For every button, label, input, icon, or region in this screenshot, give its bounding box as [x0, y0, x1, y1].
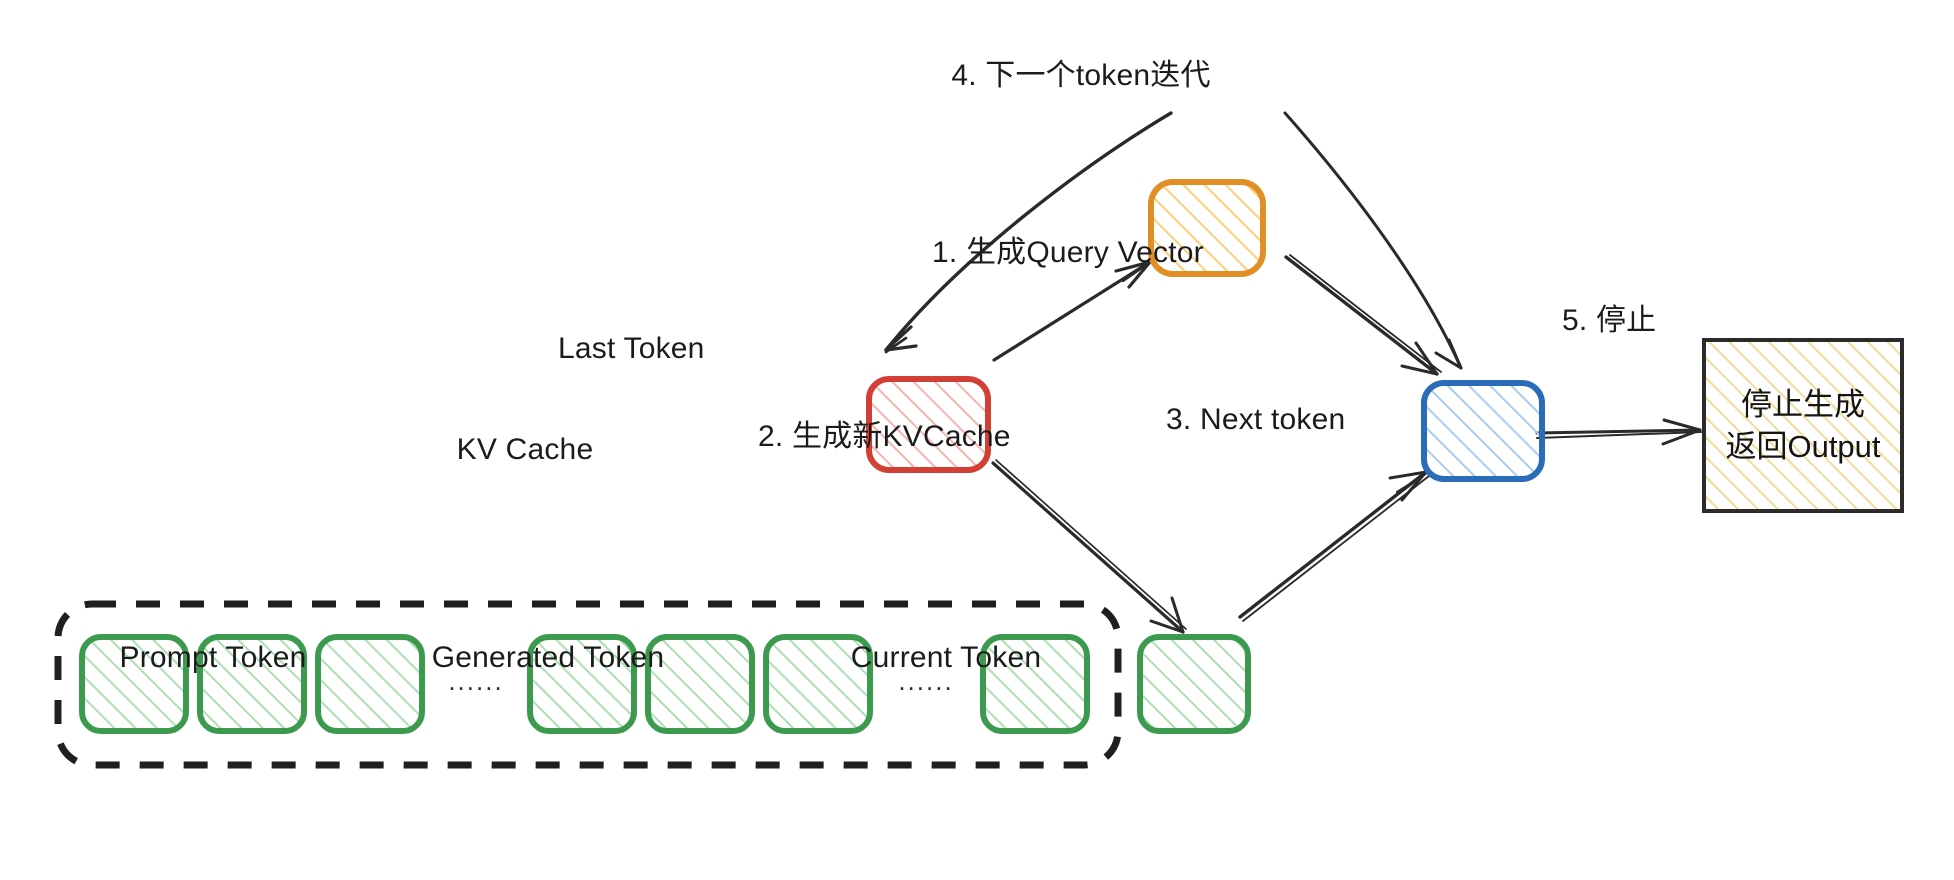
- prompt-token-label: Prompt Token: [119, 641, 307, 674]
- arrow-qv-to-next: [1284, 254, 1442, 376]
- arrows-layer: [884, 111, 1702, 634]
- prompt-token-box-3[interactable]: [315, 634, 425, 734]
- kv-cache-label: KV Cache: [456, 433, 594, 466]
- arrow-query-vector: [992, 260, 1152, 362]
- next-token-box-shape: [1421, 380, 1545, 482]
- current-token-label: Current Token: [850, 641, 1042, 674]
- arrow-next-token: [1238, 470, 1430, 622]
- output-box-text: 停止生成 返回Output: [1725, 384, 1880, 468]
- output-box-line-1: 停止生成: [1741, 387, 1865, 423]
- step-1-label: 1. 生成Query Vector: [932, 236, 1204, 269]
- step-3-label: 3. Next token: [1166, 403, 1346, 436]
- step-5-label: 5. 停止: [1562, 304, 1657, 337]
- current-token-box[interactable]: [1137, 634, 1251, 734]
- output-box-line-2: 返回Output: [1725, 429, 1881, 464]
- step-2-label: 2. 生成新KVCache: [758, 420, 1011, 453]
- generated-token-label: Generated Token: [431, 641, 665, 674]
- step-4-label: 4. 下一个token迭代: [951, 59, 1211, 92]
- arrow-iteration-tail: [1283, 111, 1463, 370]
- arrow-stop: [1535, 418, 1702, 446]
- arrow-iteration: [884, 111, 1173, 354]
- last-token-label: Last Token: [558, 332, 705, 365]
- next-token-box[interactable]: [1421, 380, 1545, 482]
